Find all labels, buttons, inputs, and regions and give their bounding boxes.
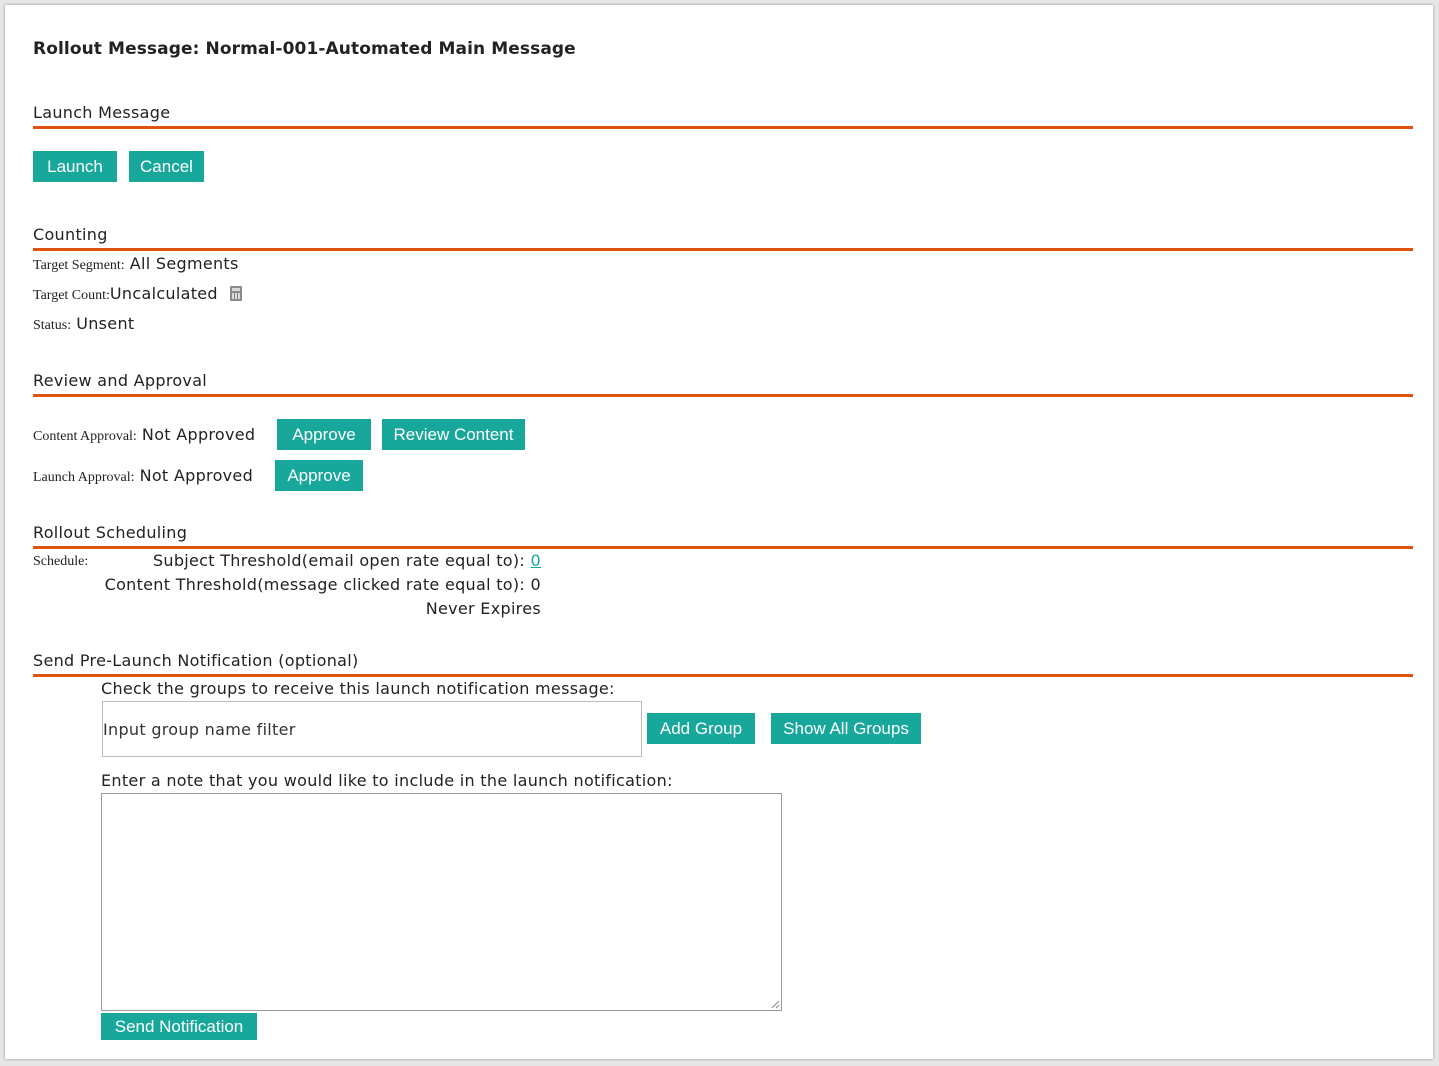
subject-threshold-text: Subject Threshold(email open rate equal …: [152, 551, 526, 570]
approve-content-button[interactable]: Approve: [277, 419, 371, 450]
show-all-groups-button[interactable]: Show All Groups: [771, 713, 921, 744]
status-value: Unsent: [76, 314, 135, 333]
target-count-row: Target Count:Uncalculated: [33, 284, 242, 304]
status-label: Status:: [33, 318, 72, 333]
section-counting: Counting: [33, 225, 1413, 251]
approve-launch-button[interactable]: Approve: [275, 460, 363, 491]
review-content-button[interactable]: Review Content: [382, 419, 525, 450]
content-threshold-text: Content Threshold(message clicked rate e…: [104, 575, 541, 594]
status-row: Status: Unsent: [33, 314, 134, 334]
content-approval-row: Content Approval: Not Approved: [33, 425, 255, 445]
launch-approval-value: Not Approved: [139, 466, 254, 485]
subject-threshold-row: Subject Threshold(email open rate equal …: [153, 551, 541, 570]
launch-approval-label: Launch Approval:: [33, 470, 135, 485]
target-count-label: Target Count:: [33, 288, 110, 303]
schedule-label: Schedule:: [33, 554, 89, 569]
expiry-text: Never Expires: [425, 599, 541, 618]
groups-prompt: Check the groups to receive this launch …: [101, 679, 615, 698]
cancel-button[interactable]: Cancel: [129, 151, 204, 182]
target-segment-label: Target Segment:: [33, 258, 125, 273]
note-prompt: Enter a note that you would like to incl…: [101, 771, 673, 790]
subject-threshold-link[interactable]: 0: [531, 551, 541, 570]
content-approval-value: Not Approved: [141, 425, 256, 444]
target-segment-value: All Segments: [129, 254, 239, 273]
section-launch-message: Launch Message: [33, 103, 1413, 129]
resize-handle-icon[interactable]: [770, 999, 780, 1009]
section-prelaunch-notification: Send Pre-Launch Notification (optional): [33, 651, 1413, 677]
rollout-panel: Rollout Message: Normal-001-Automated Ma…: [5, 5, 1433, 1059]
page-title: Rollout Message: Normal-001-Automated Ma…: [33, 39, 576, 59]
send-notification-button[interactable]: Send Notification: [101, 1013, 257, 1040]
section-review-approval: Review and Approval: [33, 371, 1413, 397]
content-approval-label: Content Approval:: [33, 429, 137, 444]
target-segment-row: Target Segment: All Segments: [33, 254, 239, 274]
group-filter-input[interactable]: Input group name filter: [102, 701, 642, 757]
target-count-value: Uncalculated: [109, 284, 218, 303]
calculator-icon[interactable]: [229, 286, 242, 301]
section-rollout-scheduling: Rollout Scheduling: [33, 523, 1413, 549]
launch-button[interactable]: Launch: [33, 151, 117, 182]
note-textarea[interactable]: [101, 793, 782, 1011]
add-group-button[interactable]: Add Group: [647, 713, 755, 744]
launch-approval-row: Launch Approval: Not Approved: [33, 466, 253, 486]
group-filter-placeholder: Input group name filter: [103, 720, 296, 739]
